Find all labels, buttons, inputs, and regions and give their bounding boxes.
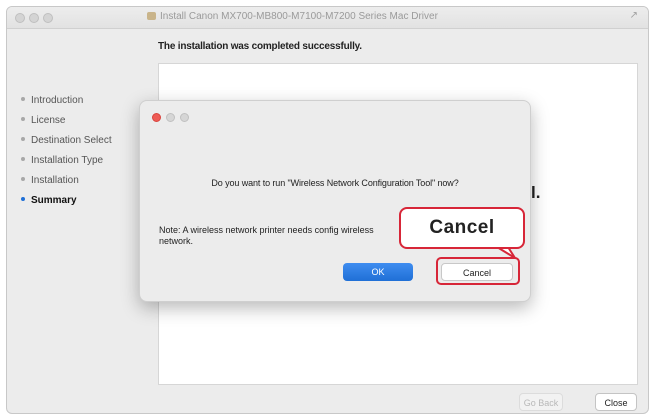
dialog-note: Note: A wireless network printer needs c… bbox=[159, 225, 374, 246]
step-label: Introduction bbox=[31, 95, 84, 106]
dialog-zoom-icon bbox=[180, 113, 189, 122]
package-icon bbox=[147, 12, 156, 20]
cancel-highlight-box bbox=[436, 257, 520, 285]
step-bullet-icon bbox=[21, 177, 25, 181]
step-bullet-icon bbox=[21, 137, 25, 141]
close-button[interactable]: Close bbox=[595, 393, 637, 411]
expand-icon[interactable]: ↗ bbox=[630, 10, 638, 21]
go-back-button[interactable]: Go Back bbox=[519, 393, 563, 411]
title-bar[interactable]: Install Canon MX700-MB800-M7100-M7200 Se… bbox=[7, 7, 648, 29]
step-label: Destination Select bbox=[31, 135, 112, 146]
window-close-icon[interactable] bbox=[15, 13, 25, 23]
step-label: Installation Type bbox=[31, 155, 104, 166]
step-bullet-icon bbox=[21, 157, 25, 161]
step-label: Installation bbox=[31, 175, 79, 186]
ok-button[interactable]: OK bbox=[343, 263, 413, 281]
step-bullet-icon bbox=[21, 117, 25, 121]
cancel-callout: Cancel bbox=[399, 207, 525, 249]
window-minimize-icon[interactable] bbox=[29, 13, 39, 23]
window-title-text: Install Canon MX700-MB800-M7100-M7200 Se… bbox=[160, 11, 438, 22]
step-bullet-icon bbox=[21, 197, 25, 201]
step-label: License bbox=[31, 115, 66, 126]
window-title: Install Canon MX700-MB800-M7100-M7200 Se… bbox=[147, 11, 527, 22]
window-zoom-icon[interactable] bbox=[43, 13, 53, 23]
content-partial-text: l. bbox=[531, 183, 541, 202]
dialog-close-icon[interactable] bbox=[152, 113, 161, 122]
dialog-question: Do you want to run "Wireless Network Con… bbox=[211, 178, 459, 188]
dialog-minimize-icon bbox=[166, 113, 175, 122]
step-bullet-icon bbox=[21, 97, 25, 101]
page-heading: The installation was completed successfu… bbox=[158, 41, 362, 52]
step-label: Summary bbox=[31, 195, 77, 206]
